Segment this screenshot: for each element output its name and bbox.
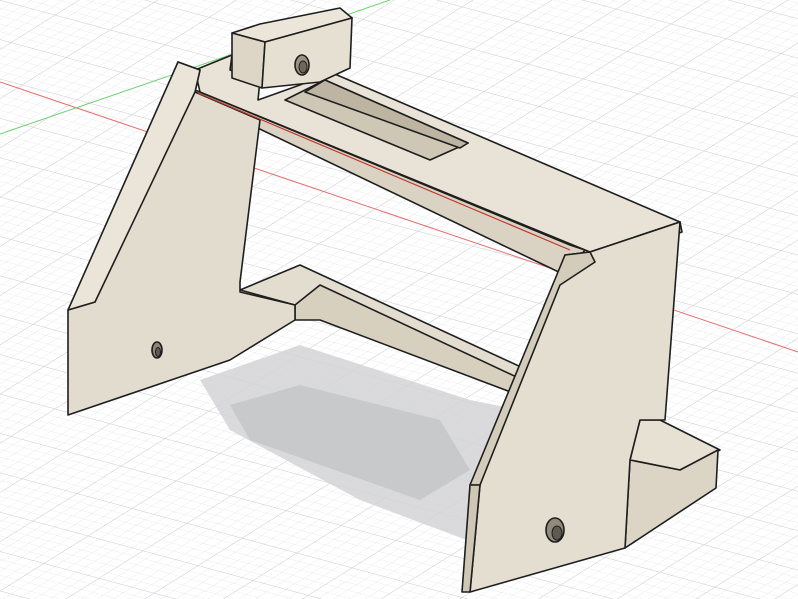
left-plate-hole-inner bbox=[155, 347, 161, 357]
right-plate-hole-inner bbox=[551, 525, 563, 541]
3d-viewport[interactable] bbox=[0, 0, 798, 599]
viewport-canvas[interactable] bbox=[0, 0, 798, 599]
tab-hole-inner bbox=[298, 60, 308, 74]
tab-front-face bbox=[231, 32, 266, 89]
